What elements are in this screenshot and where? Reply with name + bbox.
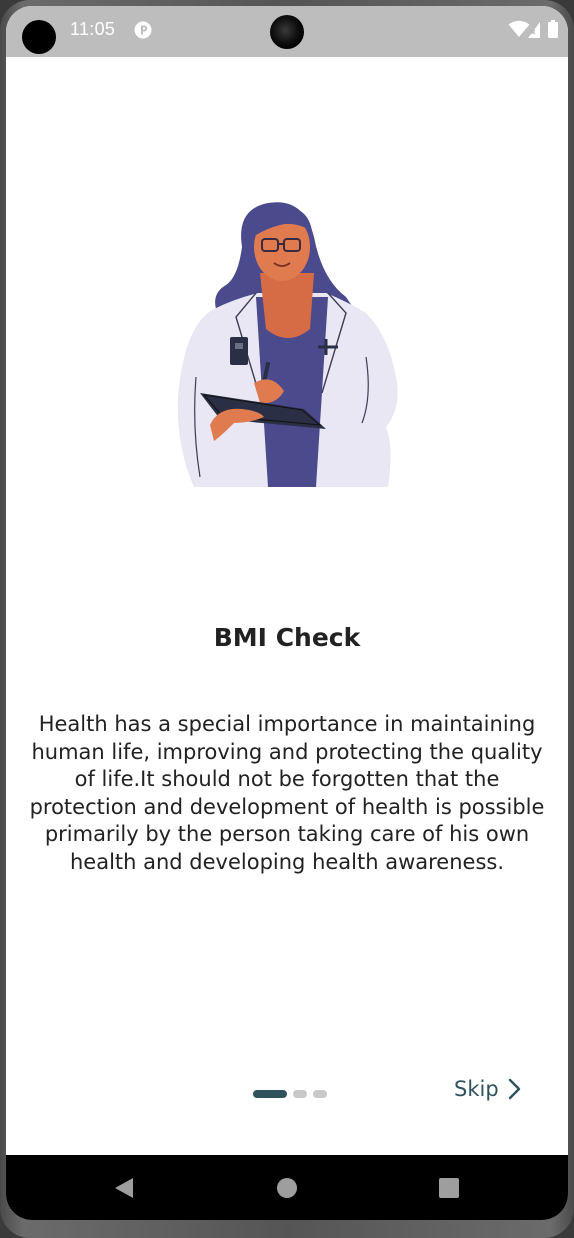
recents-icon xyxy=(439,1177,459,1198)
back-button[interactable] xyxy=(94,1155,154,1220)
home-button[interactable] xyxy=(257,1155,317,1220)
page-dot xyxy=(293,1090,307,1098)
wifi-icon xyxy=(508,20,530,37)
chevron-right-icon xyxy=(508,1078,520,1100)
page-dot-active xyxy=(253,1090,287,1098)
page-indicator xyxy=(253,1090,327,1098)
onboarding-page: BMI Check Health has a special importanc… xyxy=(6,57,568,1155)
recents-button[interactable] xyxy=(419,1155,479,1220)
navigation-bar xyxy=(6,1155,568,1220)
battery-icon xyxy=(548,20,558,38)
status-time: 11:05 xyxy=(70,19,116,39)
page-dot xyxy=(313,1090,327,1098)
onboarding-title: BMI Check xyxy=(213,623,361,652)
status-bar: 11:05 xyxy=(6,6,568,57)
status-icons xyxy=(508,20,558,38)
skip-button[interactable]: Skip xyxy=(454,1077,521,1101)
front-camera-icon xyxy=(270,15,304,49)
doctor-with-clipboard-illustration xyxy=(177,202,398,487)
screen: 11:05 BMI Check Health has a special imp… xyxy=(6,6,568,1220)
skip-label: Skip xyxy=(454,1077,499,1101)
cell-signal-icon xyxy=(528,22,540,38)
app-notification-icon xyxy=(134,21,152,39)
device-frame: 11:05 BMI Check Health has a special imp… xyxy=(0,0,574,1238)
camera-icon xyxy=(22,20,56,54)
onboarding-description: Health has a special importance in maint… xyxy=(29,712,545,874)
home-icon xyxy=(277,1177,297,1198)
back-icon xyxy=(115,1177,133,1198)
